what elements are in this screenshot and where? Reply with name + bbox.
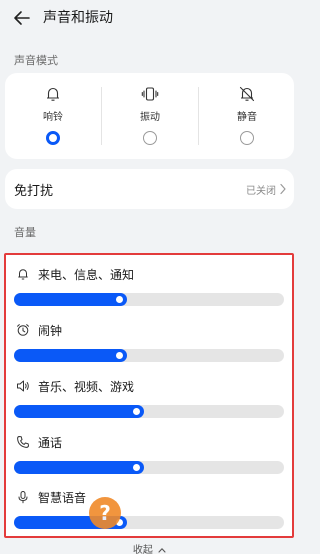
do-not-disturb-row[interactable]: 免打扰 已关闭 <box>5 169 294 209</box>
collapse-button[interactable]: 收起 <box>0 541 299 554</box>
volume-slider[interactable] <box>14 293 284 306</box>
vibrate-radio[interactable] <box>143 131 157 145</box>
volume-name: 闹钟 <box>38 324 63 338</box>
title-bar: 声音和振动 <box>0 0 299 36</box>
microphone-icon <box>18 491 28 504</box>
volume-name: 智慧语音 <box>38 491 87 505</box>
mode-option-ring[interactable]: 响铃 <box>5 73 101 159</box>
back-arrow-icon[interactable] <box>12 8 32 28</box>
bell-icon <box>18 269 28 280</box>
phone-icon <box>17 436 29 448</box>
volume-slider-fill <box>14 293 127 306</box>
ring-radio[interactable] <box>46 131 60 145</box>
mode-label-vibrate: 振动 <box>140 112 160 123</box>
volume-row-voice-assistant: 智慧语音 <box>6 486 292 536</box>
volume-slider-fill <box>14 349 127 362</box>
volume-slider[interactable] <box>14 405 284 418</box>
volume-name: 音乐、视频、游戏 <box>38 380 135 394</box>
volume-slider-thumb[interactable] <box>131 406 142 417</box>
volume-slider-fill <box>14 461 144 474</box>
mode-label-silent: 静音 <box>237 112 257 123</box>
bell-icon <box>47 87 59 101</box>
sound-mode-section-label: 声音模式 <box>14 54 58 67</box>
alarm-clock-icon <box>17 324 29 336</box>
vibrate-icon <box>141 87 159 101</box>
mode-label-ring: 响铃 <box>43 112 63 123</box>
volume-slider[interactable] <box>14 349 284 362</box>
chevron-right-icon <box>280 183 286 195</box>
sound-mode-card: 响铃 振动 静音 <box>5 73 294 159</box>
mode-option-vibrate[interactable]: 振动 <box>102 73 198 159</box>
volume-slider[interactable] <box>14 461 284 474</box>
volume-slider-thumb[interactable] <box>114 294 125 305</box>
volume-section-label: 音量 <box>14 226 36 239</box>
chevron-up-icon <box>158 548 166 553</box>
collapse-label: 收起 <box>132 545 153 554</box>
silent-radio[interactable] <box>240 131 254 145</box>
volume-row-notifications: 来电、信息、通知 <box>6 263 292 313</box>
volume-name: 来电、信息、通知 <box>38 268 135 282</box>
bell-off-icon <box>239 86 255 102</box>
volume-name: 通话 <box>38 436 63 450</box>
volume-slider-thumb[interactable] <box>131 462 142 473</box>
volume-slider-fill <box>14 405 144 418</box>
speaker-icon <box>17 380 29 392</box>
page-title: 声音和振动 <box>43 10 113 26</box>
help-overlay-badge: ? <box>89 497 121 529</box>
volume-row-call: 通话 <box>6 431 292 481</box>
volume-row-media: 音乐、视频、游戏 <box>6 375 292 425</box>
volume-card: 来电、信息、通知 闹钟 音乐、视频、游戏 通话 智慧语音 <box>4 253 294 538</box>
volume-slider-thumb[interactable] <box>114 350 125 361</box>
volume-row-alarm: 闹钟 <box>6 319 292 369</box>
do-not-disturb-status: 已关闭 <box>246 186 276 197</box>
mode-option-silent[interactable]: 静音 <box>199 73 295 159</box>
volume-slider[interactable] <box>14 516 284 529</box>
do-not-disturb-label: 免打扰 <box>14 184 54 199</box>
